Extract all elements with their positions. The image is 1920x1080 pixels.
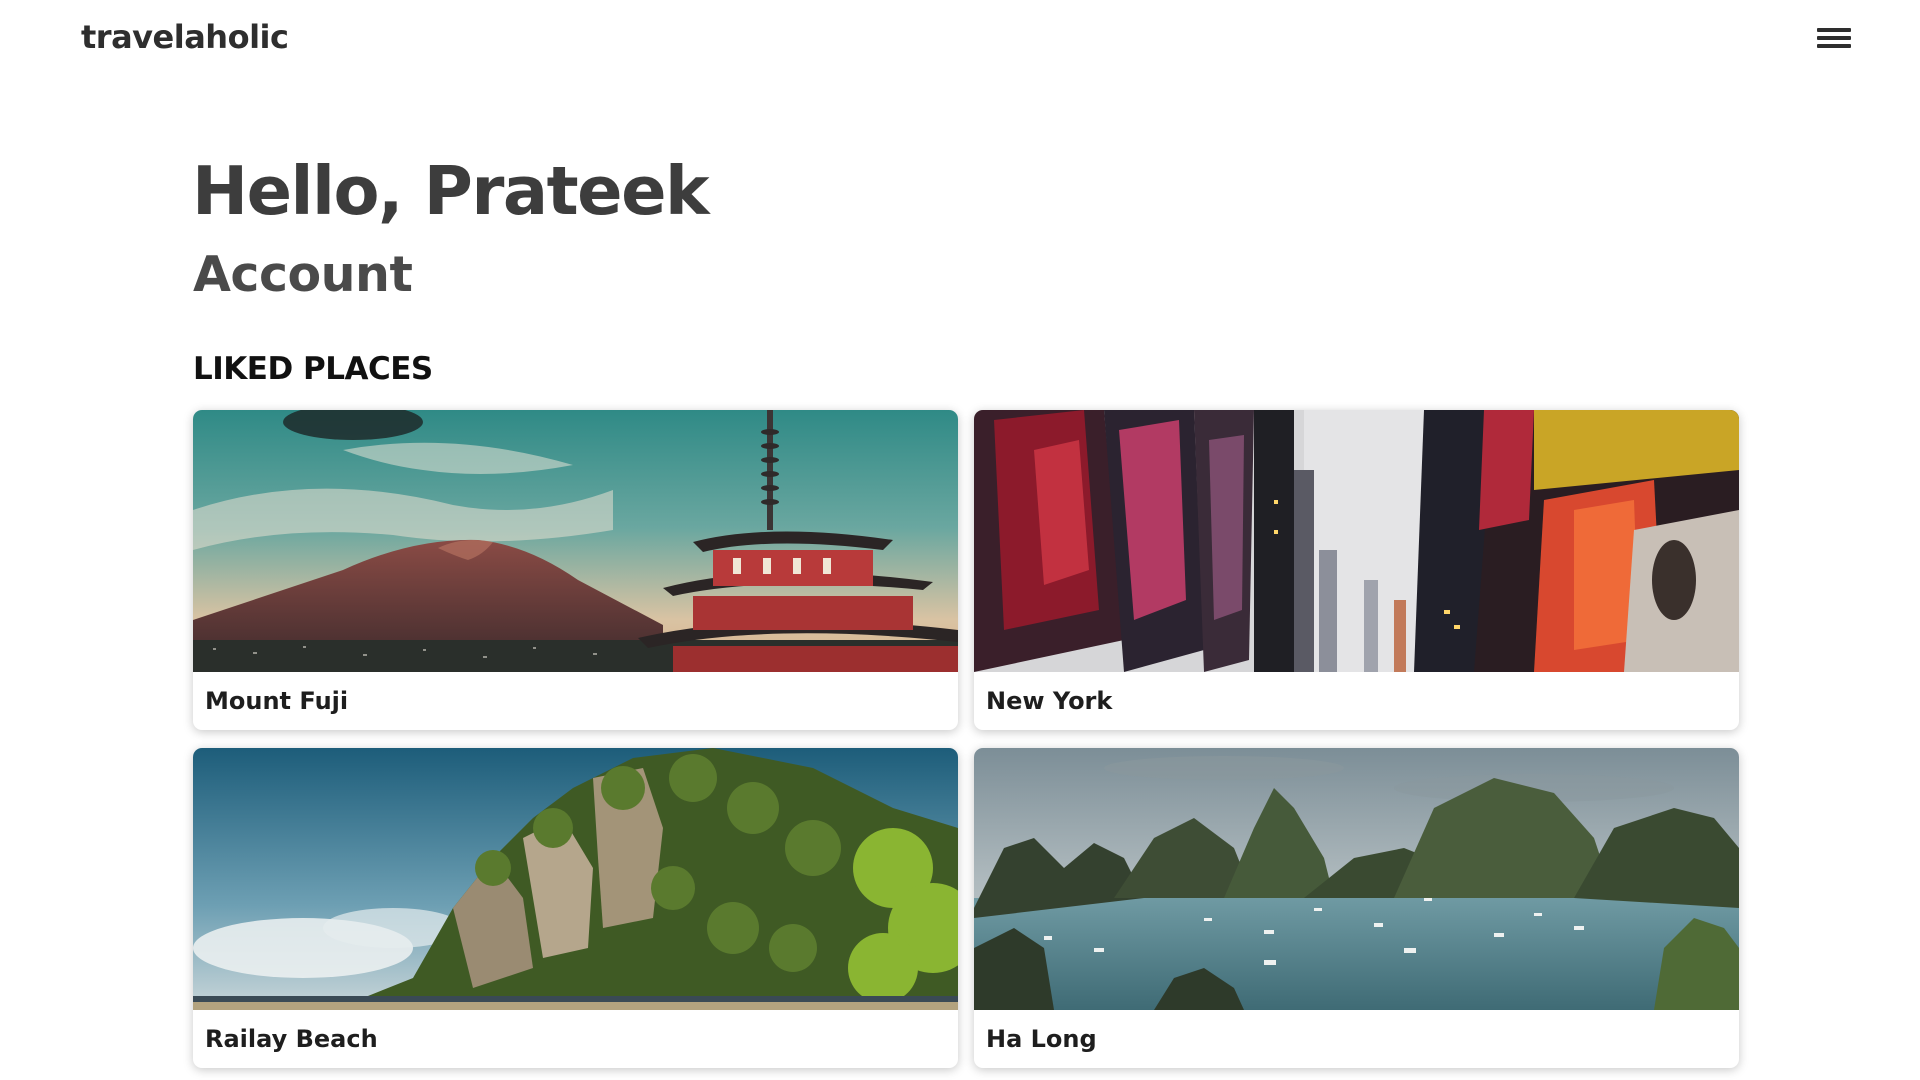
liked-places-heading: LIKED PLACES	[193, 351, 433, 387]
account-heading: Account	[193, 246, 413, 303]
hamburger-menu-icon[interactable]	[1817, 28, 1851, 52]
railay-beach-image	[193, 748, 958, 1010]
place-card-railay-beach[interactable]: Railay Beach	[193, 748, 958, 1068]
place-name: Mount Fuji	[205, 687, 349, 715]
place-card-mount-fuji[interactable]: Mount Fuji	[193, 410, 958, 730]
place-name: Railay Beach	[205, 1025, 378, 1053]
logo[interactable]: travelaholic	[81, 18, 289, 56]
ha-long-image	[974, 748, 1739, 1010]
place-name: New York	[986, 687, 1113, 715]
liked-places-grid: Mount Fuji New York Railay Beach Ha Long	[193, 410, 1739, 1080]
place-card-new-york[interactable]: New York	[974, 410, 1739, 730]
mount-fuji-image	[193, 410, 958, 672]
new-york-image	[974, 410, 1739, 672]
place-name: Ha Long	[986, 1025, 1097, 1053]
navbar: travelaholic	[0, 0, 1920, 80]
place-card-ha-long[interactable]: Ha Long	[974, 748, 1739, 1068]
greeting-title: Hello, Prateek	[192, 152, 710, 230]
